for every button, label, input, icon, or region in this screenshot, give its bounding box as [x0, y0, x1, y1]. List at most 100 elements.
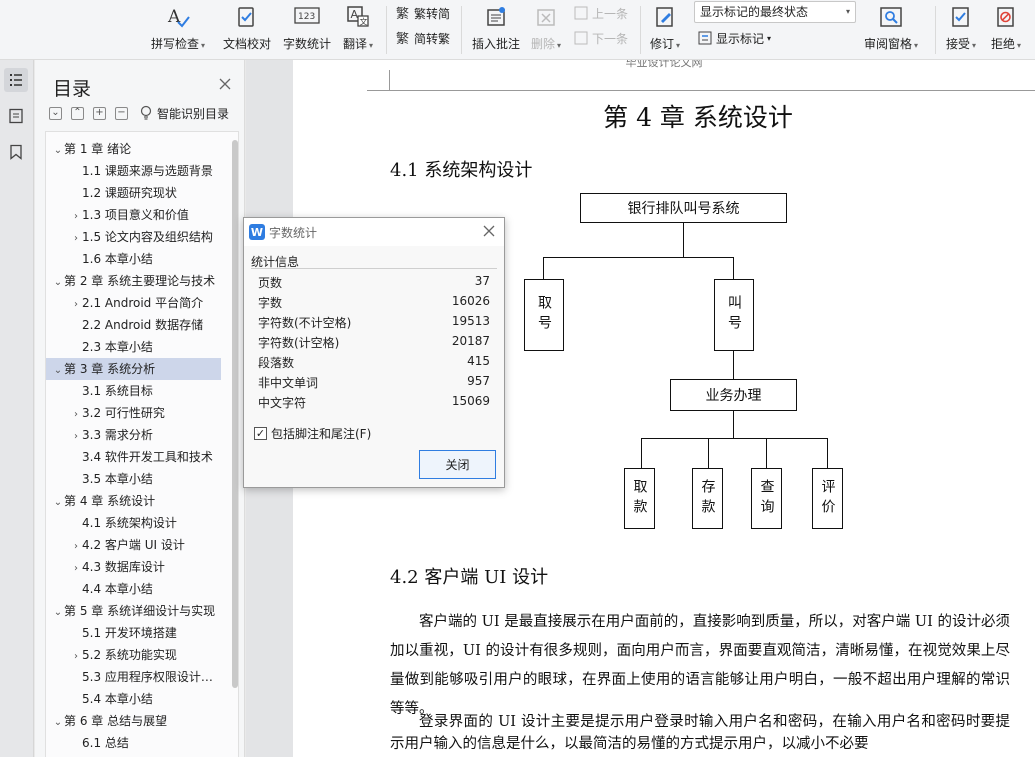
toc-item[interactable]: 3.1 系统目标 — [46, 380, 221, 402]
toc-item[interactable]: ⌄ 第 1 章 绪论 — [46, 138, 221, 160]
toc-item[interactable]: 2.2 Android 数据存储 — [46, 314, 221, 336]
flow-connector — [708, 438, 709, 468]
chevron-right-icon[interactable]: › — [70, 228, 82, 248]
toc-item[interactable]: › 2.1 Android 平台简介 — [46, 292, 221, 314]
toc-item-label: 第 5 章 系统详细设计与实现 — [64, 604, 216, 618]
doc-proof-icon — [234, 4, 260, 30]
add-heading-icon[interactable]: + — [93, 106, 106, 120]
insert-comment-button[interactable]: 插入批注 — [469, 2, 523, 56]
flow-connector — [543, 257, 544, 279]
toc-item-label: 3.5 本章小结 — [82, 472, 153, 486]
revise-icon — [652, 4, 678, 30]
translate-button[interactable]: A文 翻译 ▾ — [338, 2, 378, 56]
chevron-down-icon[interactable]: ⌄ — [52, 272, 64, 292]
smart-toc-label: 智能识别目录 — [157, 106, 230, 121]
toc-item[interactable]: 3.5 本章小结 — [46, 468, 221, 490]
toc-item-label: 1.3 项目意义和价值 — [82, 208, 189, 222]
chevron-right-icon[interactable]: › — [70, 426, 82, 446]
toc-item-label: 4.4 本章小结 — [82, 582, 153, 596]
toc-item[interactable]: 6.1 总结 — [46, 732, 221, 754]
toc-item-label: 2.1 Android 平台简介 — [82, 296, 204, 310]
pages-panel-button[interactable] — [4, 104, 28, 128]
toc-item[interactable]: ⌄ 第 4 章 系统设计 — [46, 490, 221, 512]
close-icon[interactable] — [218, 77, 232, 91]
accept-icon — [948, 4, 974, 30]
chevron-right-icon[interactable]: › — [70, 206, 82, 226]
toc-item-label: 5.1 开发环境搭建 — [82, 626, 177, 640]
delete-comment-button[interactable]: 删除 ▾ — [528, 2, 564, 56]
dialog-titlebar[interactable]: W 字数统计 — [244, 218, 504, 246]
toc-item[interactable]: › 4.3 数据库设计 — [46, 556, 221, 578]
close-button[interactable]: 关闭 — [419, 450, 496, 479]
chevron-right-icon[interactable]: › — [70, 558, 82, 578]
show-marks-button[interactable]: 显示标记 ▾ — [697, 28, 771, 48]
wps-logo-icon: W — [249, 224, 265, 240]
include-notes-checkbox[interactable]: ✓ 包括脚注和尾注(F) — [254, 425, 371, 442]
prev-comment-button[interactable]: 上一条 — [573, 3, 628, 23]
simp-to-trad-button[interactable]: 繁 简转繁 — [395, 28, 450, 48]
close-icon[interactable] — [482, 224, 496, 238]
toc-item[interactable]: ⌄ 第 5 章 系统详细设计与实现 — [46, 600, 221, 622]
toc-item[interactable]: 5.1 开发环境搭建 — [46, 622, 221, 644]
toc-item-label: 4.3 数据库设计 — [82, 560, 165, 574]
toc-scrollbar[interactable] — [232, 140, 238, 688]
accept-button[interactable]: 接受 ▾ — [942, 2, 980, 56]
toc-item-label: 第 2 章 系统主要理论与技术 — [64, 274, 216, 288]
toc-item[interactable]: › 1.3 项目意义和价值 — [46, 204, 221, 226]
ribbon-separator — [640, 6, 641, 54]
toc-item[interactable]: › 4.2 客户端 UI 设计 — [46, 534, 221, 556]
trad-to-simp-button[interactable]: 繁 繁转简 — [395, 3, 450, 23]
section-heading-4-1: 4.1 系统架构设计 — [390, 160, 533, 181]
toc-item[interactable]: › 1.5 论文内容及组织结构 — [46, 226, 221, 248]
reject-button[interactable]: 拒绝 ▾ — [986, 2, 1026, 56]
toc-item[interactable]: 2.3 本章小结 — [46, 336, 221, 358]
toc-item[interactable]: 1.1 课题来源与选题背景 — [46, 160, 221, 182]
mark-state-select[interactable]: 显示标记的最终状态 ▾ — [694, 1, 856, 23]
stat-row: 段落数 415 — [258, 354, 490, 374]
next-comment-button[interactable]: 下一条 — [573, 28, 628, 48]
spell-check-button[interactable]: A 拼写检查 ▾ — [150, 2, 206, 56]
page-header: 毕业设计论文网 — [625, 60, 703, 69]
toc-item[interactable]: 4.4 本章小结 — [46, 578, 221, 600]
toc-item[interactable]: 3.4 软件开发工具和技术 — [46, 446, 221, 468]
toc-item-label: 2.3 本章小结 — [82, 340, 153, 354]
chevron-down-icon[interactable]: ⌄ — [52, 140, 64, 160]
stat-value: 957 — [467, 374, 490, 388]
chevron-down-icon[interactable]: ⌄ — [52, 492, 64, 512]
toc-item[interactable]: 1.6 本章小结 — [46, 248, 221, 270]
bookmark-panel-button[interactable] — [4, 140, 28, 164]
toc-panel-button[interactable] — [4, 68, 28, 92]
trad-to-simp-icon: 繁 — [395, 5, 411, 21]
chevron-right-icon[interactable]: › — [70, 536, 82, 556]
toc-item[interactable]: 5.3 应用程序权限设计与实现 — [46, 666, 221, 688]
flow-connector — [733, 351, 734, 379]
toc-item[interactable]: › 3.3 需求分析 — [46, 424, 221, 446]
toc-item[interactable]: 5.4 本章小结 — [46, 688, 221, 710]
expand-up-icon[interactable]: ⌃ — [71, 106, 84, 120]
chevron-down-icon[interactable]: ⌄ — [52, 712, 64, 732]
chevron-right-icon[interactable]: › — [70, 294, 82, 314]
collapse-all-icon[interactable]: ⌄ — [49, 106, 62, 120]
toc-item[interactable]: ⌄ 第 3 章 系统分析 — [46, 358, 221, 380]
review-pane-button[interactable]: 审阅窗格 ▾ — [862, 2, 920, 56]
stat-row: 字符数(不计空格) 19513 — [258, 314, 490, 334]
revise-button[interactable]: 修订 ▾ — [646, 2, 684, 56]
toc-item[interactable]: ⌄ 第 2 章 系统主要理论与技术 — [46, 270, 221, 292]
toc-tools: ⌄ ⌃ + − 智能识别目录 — [49, 104, 229, 122]
flow-node-query: 查询 — [751, 468, 782, 529]
toc-item[interactable]: › 5.2 系统功能实现 — [46, 644, 221, 666]
toc-item[interactable]: ⌄ 第 6 章 总结与展望 — [46, 710, 221, 732]
smart-toc-button[interactable]: 智能识别目录 — [139, 105, 229, 122]
doc-proof-button[interactable]: 文档校对 — [220, 2, 274, 56]
toc-item[interactable]: 1.2 课题研究现状 — [46, 182, 221, 204]
chevron-down-icon[interactable]: ⌄ — [52, 602, 64, 622]
remove-heading-icon[interactable]: − — [115, 106, 128, 120]
chevron-right-icon[interactable]: › — [70, 646, 82, 666]
toc-item-label: 1.6 本章小结 — [82, 252, 153, 266]
toc-item[interactable]: › 3.2 可行性研究 — [46, 402, 221, 424]
toc-item[interactable]: 4.1 系统架构设计 — [46, 512, 221, 534]
chevron-down-icon[interactable]: ⌄ — [52, 360, 64, 380]
flow-connector — [733, 257, 734, 279]
chevron-right-icon[interactable]: › — [70, 404, 82, 424]
word-count-button[interactable]: 123 字数统计 — [280, 2, 334, 56]
